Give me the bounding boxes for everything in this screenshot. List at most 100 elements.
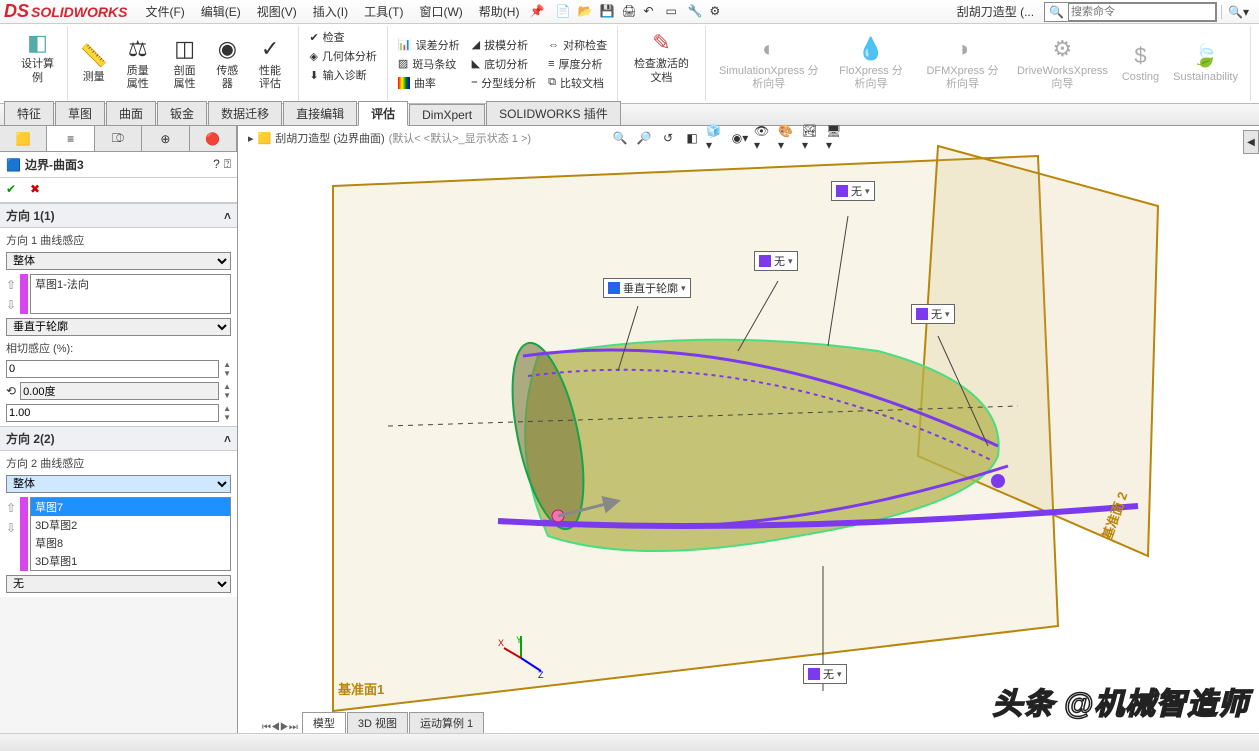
task-pane-flyout[interactable]: ◀ (1243, 130, 1259, 154)
select-icon[interactable]: ▭ (665, 4, 681, 20)
mass-props-button[interactable]: ⚖质量属性 (115, 34, 160, 93)
check-active-button[interactable]: ✎检查激活的文档 (624, 28, 699, 87)
tab-sketch[interactable]: 草图 (55, 101, 105, 125)
move-up-icon[interactable]: ⇧ (6, 501, 16, 515)
performance-button[interactable]: ✓性能评估 (248, 34, 293, 93)
dir2-none-select[interactable]: 无 (6, 575, 231, 593)
rebuild-icon[interactable]: 🔧 (687, 4, 703, 20)
dir2-item-3[interactable]: 3D草图1 (31, 552, 230, 570)
flyout-tree[interactable]: ▸ 🟨 刮胡刀造型 (边界曲面) (默认< <默认>_显示状态 1 >) (248, 130, 531, 146)
help-icon-2[interactable]: ⍰ (224, 157, 231, 172)
tab-migrate[interactable]: 数据迁移 (208, 101, 282, 125)
open-icon[interactable]: 📂 (577, 4, 593, 20)
spinner-arrows[interactable]: ▲▼ (223, 382, 231, 400)
compare-button[interactable]: ⧉比较文档 (544, 74, 611, 92)
tab-plugins[interactable]: SOLIDWORKS 插件 (486, 101, 621, 125)
property-manager-tab[interactable]: ≡ (47, 126, 94, 151)
help-icon[interactable]: ? (213, 157, 220, 172)
menu-edit[interactable]: 编辑(E) (195, 1, 247, 22)
tab-features[interactable]: 特征 (4, 101, 54, 125)
check-button[interactable]: ✔检查 (305, 28, 380, 46)
callout-none-3[interactable]: 无▾ (911, 304, 955, 324)
ok-button[interactable]: ✔ (6, 182, 22, 198)
floxpress-button[interactable]: 💧FloXpress 分析向导 (828, 34, 914, 93)
options-icon[interactable]: ⚙ (709, 4, 725, 20)
zoom-area-icon[interactable]: 🔎 (634, 128, 654, 148)
pushpin-icon[interactable]: 📌 (529, 4, 545, 20)
undercut-button[interactable]: ◣底切分析 (468, 55, 541, 73)
menu-window[interactable]: 窗口(W) (413, 1, 468, 22)
3dview-tab[interactable]: 3D 视图 (347, 712, 408, 733)
menu-file[interactable]: 文件(F) (139, 1, 190, 22)
dfmxpress-button[interactable]: ◑DFMXpress 分析向导 (916, 34, 1009, 93)
search-input[interactable] (1068, 3, 1216, 21)
print-icon[interactable]: 🖨 (621, 4, 637, 20)
move-up-icon[interactable]: ⇧ (6, 278, 16, 292)
section-view-icon[interactable]: ◧ (682, 128, 702, 148)
tab-sheetmetal[interactable]: 钣金 (157, 101, 207, 125)
hide-show-icon[interactable]: 👁▾ (754, 128, 774, 148)
scale-input[interactable] (6, 404, 219, 422)
profile-callout[interactable]: 垂直于轮廓▾ (603, 278, 691, 298)
view-orientation-icon[interactable]: 🧊▾ (706, 128, 726, 148)
search-button[interactable]: 🔍▾ (1221, 5, 1255, 19)
dir2-curve-select[interactable]: 整体 (6, 475, 231, 493)
graphics-viewport[interactable]: ▸ 🟨 刮胡刀造型 (边界曲面) (默认< <默认>_显示状态 1 >) (238, 126, 1259, 733)
feature-tree-tab[interactable]: 🟨 (0, 126, 47, 151)
tab-evaluate[interactable]: 评估 (358, 101, 408, 126)
reset-icon[interactable]: ⟲ (6, 384, 16, 398)
tab-dimxpert[interactable]: DimXpert (409, 104, 485, 125)
menu-help[interactable]: 帮助(H) (473, 1, 526, 22)
angle-input[interactable] (20, 382, 219, 400)
design-study-button[interactable]: ◧设计算例 (14, 28, 61, 87)
undo-icon[interactable]: ↶ (643, 4, 659, 20)
callout-none-4[interactable]: 无▾ (803, 664, 847, 684)
dir2-item-2[interactable]: 草图8 (31, 534, 230, 552)
driveworks-button[interactable]: ⚙DriveWorksXpress 向导 (1011, 34, 1114, 93)
zebra-button[interactable]: ▨斑马条纹 (394, 55, 464, 73)
move-down-icon[interactable]: ⇩ (6, 521, 16, 535)
move-down-icon[interactable]: ⇩ (6, 298, 16, 312)
sensor-button[interactable]: ◉传感器 (209, 34, 246, 93)
menu-view[interactable]: 视图(V) (251, 1, 303, 22)
sustainability-button[interactable]: 🍃Sustainability (1167, 41, 1244, 87)
dimxpert-tab[interactable]: ⊕ (142, 126, 189, 151)
symmetry-button[interactable]: ⇔对称检查 (544, 36, 611, 54)
model-tab[interactable]: 模型 (302, 712, 346, 733)
apply-scene-icon[interactable]: 🏞▾ (802, 128, 822, 148)
menu-tools[interactable]: 工具(T) (358, 1, 409, 22)
measure-button[interactable]: 📏测量 (74, 41, 113, 87)
dir1-normal-select[interactable]: 垂直于轮廓 (6, 318, 231, 336)
geometry-analysis-button[interactable]: ◈几何体分析 (305, 47, 380, 65)
thickness-button[interactable]: ≡厚度分析 (544, 55, 611, 73)
callout-none-1[interactable]: 无▾ (754, 251, 798, 271)
config-tab[interactable]: ⎄ (95, 126, 142, 151)
callout-none-2[interactable]: 无▾ (831, 181, 875, 201)
dir1-item[interactable]: 草图1-法向 (31, 275, 230, 293)
command-search[interactable]: 🔍 (1044, 2, 1217, 22)
import-diagnostics-button[interactable]: ⬇输入诊断 (305, 66, 380, 84)
spinner-arrows[interactable]: ▲▼ (223, 360, 231, 378)
display-style-icon[interactable]: ◉▾ (730, 128, 750, 148)
deviation-button[interactable]: 📊误差分析 (394, 36, 464, 54)
direction1-header[interactable]: 方向 1(1)˄ (0, 203, 237, 228)
dir1-curve-select[interactable]: 整体 (6, 252, 231, 270)
section-props-button[interactable]: ◫剖面属性 (162, 34, 207, 93)
dir2-item-1[interactable]: 3D草图2 (31, 516, 230, 534)
cancel-button[interactable]: ✖ (30, 182, 46, 198)
zoom-fit-icon[interactable]: 🔍 (610, 128, 630, 148)
spinner-arrows[interactable]: ▲▼ (223, 404, 231, 422)
tab-direct-edit[interactable]: 直接编辑 (283, 101, 357, 125)
display-tab[interactable]: 🔴 (190, 126, 237, 151)
direction2-header[interactable]: 方向 2(2)˄ (0, 426, 237, 451)
tab-nav-icons[interactable]: ⏮◀▶⏭ (258, 722, 302, 733)
view-triad[interactable]: Y Z X (496, 633, 546, 683)
new-icon[interactable]: 📄 (555, 4, 571, 20)
draft-button[interactable]: ◢拔模分析 (468, 36, 541, 54)
dir2-item-0[interactable]: 草图7 (31, 498, 230, 516)
motion-study-tab[interactable]: 运动算例 1 (409, 712, 484, 733)
previous-view-icon[interactable]: ↺ (658, 128, 678, 148)
tangent-value-input[interactable] (6, 360, 219, 378)
expand-icon[interactable]: ▸ (248, 132, 254, 145)
menu-insert[interactable]: 插入(I) (307, 1, 354, 22)
